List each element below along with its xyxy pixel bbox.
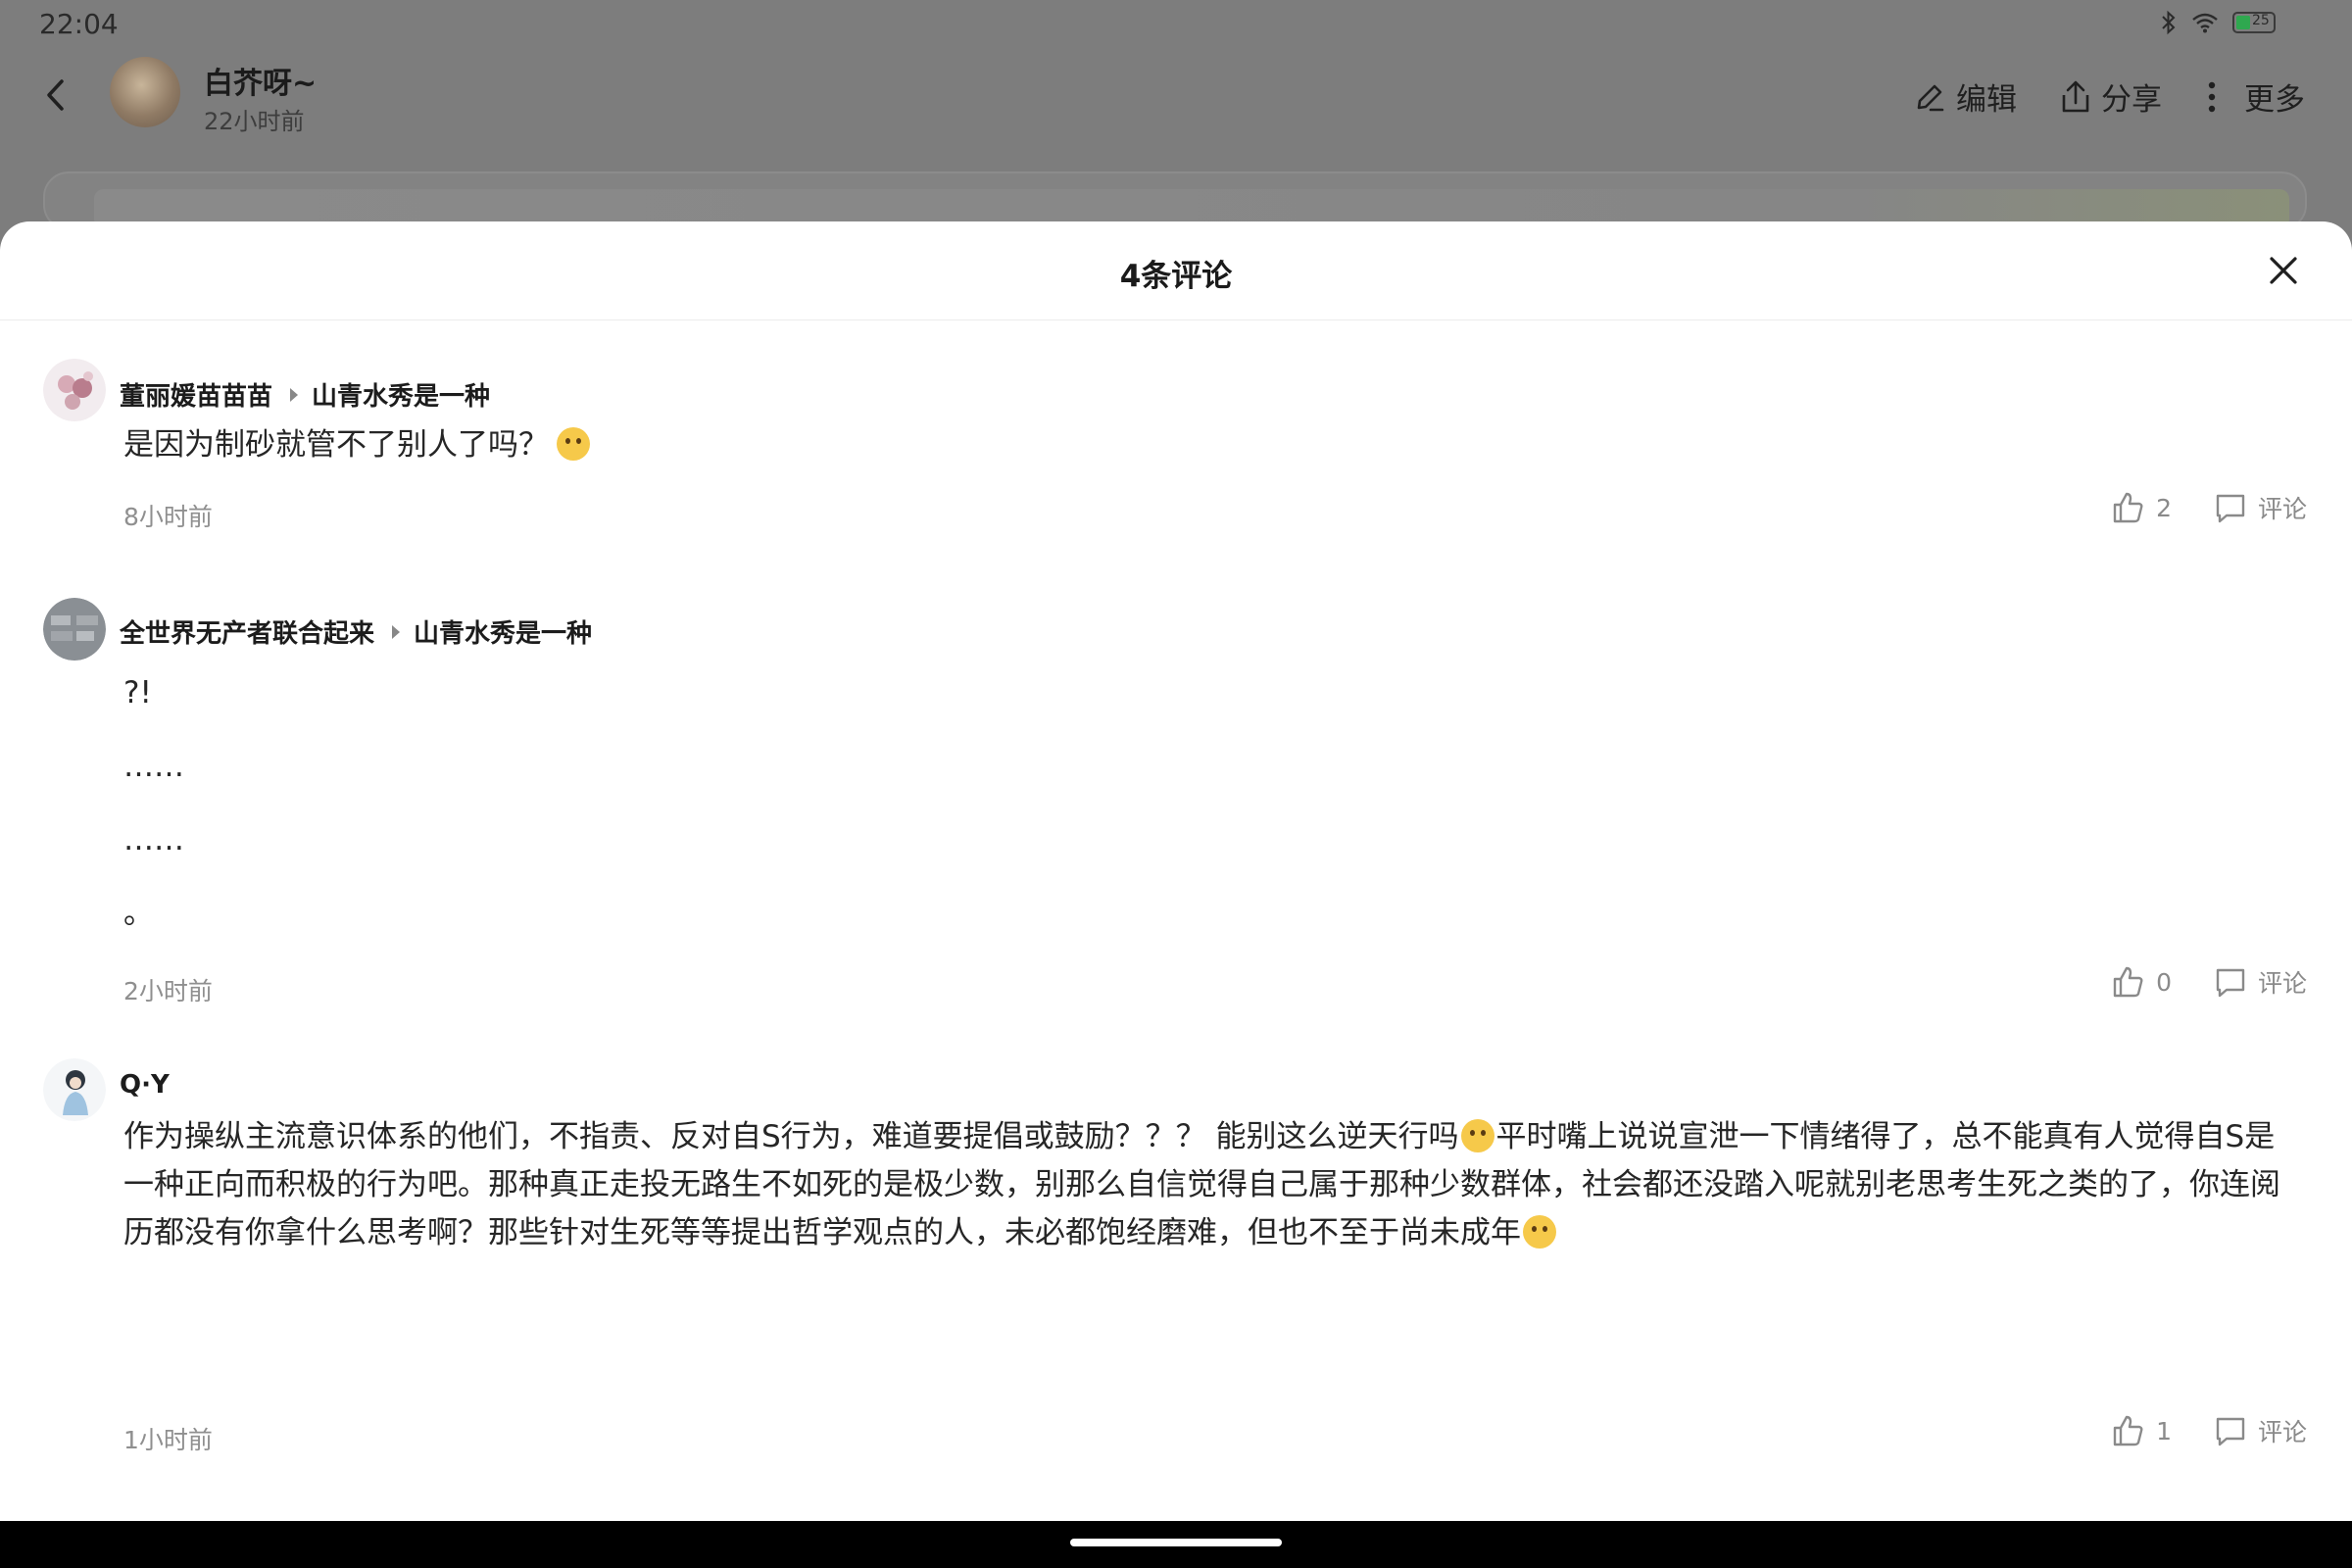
reply-label: 评论	[2257, 495, 2307, 523]
comment-sheet: 4条评论 董丽媛苗苗苗 山青水秀是一种 是因为制砂就管不了别人了吗？ 8小时前	[0, 221, 2352, 1521]
avatar-image	[43, 359, 106, 421]
comment-sheet-title: 4条评论	[1119, 259, 1233, 294]
back-icon	[47, 79, 64, 111]
more-icon	[2208, 81, 2216, 112]
like-count: 2	[2156, 493, 2172, 522]
comment-actions: 1 评论	[2111, 1413, 2307, 1448]
edit-label: 编辑	[1956, 82, 2017, 118]
avatar-image	[43, 1058, 106, 1121]
comment-line: 是因为制砂就管不了别人了吗？	[123, 427, 549, 463]
comment-author[interactable]: 董丽媛苗苗苗	[120, 376, 272, 413]
reply-arrow-icon	[290, 387, 299, 402]
comment-line: ……	[123, 749, 184, 784]
more-label: 更多	[2244, 82, 2305, 118]
home-indicator[interactable]	[1070, 1539, 1282, 1546]
thumbs-up-icon	[2113, 492, 2143, 523]
comment-text: 是因为制砂就管不了别人了吗？	[123, 421, 2283, 469]
comment-line: ?!	[123, 675, 152, 710]
share-label: 分享	[2101, 82, 2162, 118]
comment-line: 作为操纵主流意识体系的他们，不指责、反对自S行为，难道要提倡或鼓励？？？ 能别这…	[123, 1119, 1459, 1154]
pleading-face-icon	[557, 427, 590, 461]
like-button[interactable]: 1	[2111, 1414, 2172, 1447]
share-button[interactable]: 分享	[2060, 74, 2162, 119]
comment-sheet-header: 4条评论	[0, 221, 2352, 320]
top-actions: 编辑 分享 更多	[1913, 74, 2305, 119]
reply-to-user[interactable]: 山青水秀是一种	[312, 376, 490, 413]
thumbs-up-icon	[2113, 1415, 2143, 1446]
avatar[interactable]	[43, 1058, 106, 1121]
comment-time: 1小时前	[123, 1426, 213, 1454]
author-post-time: 22小时前	[204, 108, 305, 135]
back-button[interactable]	[35, 71, 74, 120]
comment-user-row: 董丽媛苗苗苗 山青水秀是一种	[120, 376, 490, 413]
comment-user-row: 全世界无产者联合起来 山青水秀是一种	[120, 613, 592, 650]
wifi-icon	[2192, 13, 2218, 33]
bluetooth-icon	[2162, 10, 2176, 35]
avatar-image	[43, 598, 106, 661]
face-with-tears-of-joy-icon	[1523, 1215, 1556, 1249]
comment-author[interactable]: 全世界无产者联合起来	[120, 613, 374, 650]
reply-button[interactable]: 评论	[2215, 964, 2307, 1000]
system-navigation-bar	[0, 1521, 2352, 1568]
like-button[interactable]: 2	[2111, 491, 2172, 524]
like-count: 0	[2156, 967, 2172, 997]
comment-text: 作为操纵主流意识体系的他们，不指责、反对自S行为，难道要提倡或鼓励？？？ 能别这…	[123, 1113, 2283, 1257]
status-time: 22:04	[39, 8, 119, 40]
share-icon	[2062, 80, 2089, 112]
status-icons: 25	[2160, 10, 2276, 35]
reply-arrow-icon	[392, 624, 401, 639]
avatar[interactable]	[43, 359, 106, 421]
status-bar: 22:04 25	[0, 0, 2352, 49]
like-button[interactable]: 0	[2111, 965, 2172, 999]
comment-text: ?! …… …… 。	[123, 657, 2283, 951]
reply-label: 评论	[2257, 1418, 2307, 1446]
like-count: 1	[2156, 1416, 2172, 1446]
battery-level: 25	[2252, 13, 2270, 28]
comment-icon	[2216, 494, 2245, 523]
comment-author[interactable]: Q·Y	[120, 1070, 170, 1100]
comment-icon	[2216, 1417, 2245, 1446]
author-name[interactable]: 白芥呀~	[204, 59, 317, 102]
comment-time: 2小时前	[123, 977, 213, 1005]
edit-button[interactable]: 编辑	[1913, 74, 2017, 119]
reply-label: 评论	[2257, 969, 2307, 998]
more-button[interactable]: 更多	[2205, 74, 2305, 119]
close-icon[interactable]	[2264, 251, 2303, 290]
comment-icon	[2216, 968, 2245, 998]
comment-line: ……	[123, 822, 184, 858]
battery-icon: 25	[2232, 12, 2276, 33]
comment-user-row: Q·Y	[120, 1070, 170, 1100]
avatar[interactable]	[43, 598, 106, 661]
face-with-tears-of-joy-icon	[1460, 1119, 1494, 1152]
edit-icon	[1917, 84, 1944, 111]
author-avatar[interactable]	[110, 57, 180, 127]
comment-actions: 0 评论	[2111, 964, 2307, 1000]
reply-button[interactable]: 评论	[2215, 490, 2307, 525]
reply-button[interactable]: 评论	[2215, 1413, 2307, 1448]
comment-line: 。	[123, 896, 154, 931]
comment-actions: 2 评论	[2111, 490, 2307, 525]
comment-time: 8小时前	[123, 503, 213, 531]
thumbs-up-icon	[2113, 966, 2143, 998]
reply-to-user[interactable]: 山青水秀是一种	[414, 613, 592, 650]
